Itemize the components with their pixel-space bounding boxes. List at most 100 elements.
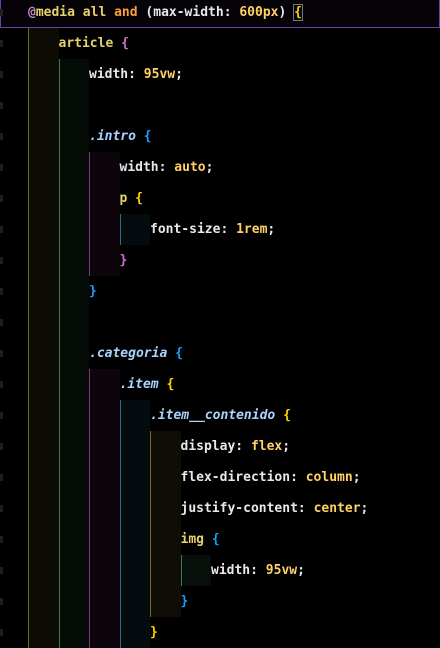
indent-guide xyxy=(58,214,60,245)
gutter-marker xyxy=(0,629,3,636)
code-token: .item xyxy=(119,377,159,392)
indent-guide xyxy=(119,493,121,524)
code-token: .categoria xyxy=(89,346,168,361)
code-line[interactable]: @media all and (max-width: 600px) { xyxy=(0,0,440,28)
code-line[interactable]: img { xyxy=(0,524,440,555)
indent-band xyxy=(58,369,89,400)
code-line[interactable]: article { xyxy=(0,28,440,59)
indent-guide xyxy=(28,183,29,214)
indent-guide xyxy=(58,617,60,648)
code-line[interactable]: width: 95vw; xyxy=(0,555,440,586)
code-line[interactable]: } xyxy=(0,245,440,276)
indent-guide xyxy=(150,555,151,586)
indent-band xyxy=(58,617,89,648)
code-line[interactable]: justify-content: center; xyxy=(0,493,440,524)
code-line[interactable]: p { xyxy=(0,183,440,214)
code-line[interactable]: } xyxy=(0,586,440,617)
code-text: p { xyxy=(120,183,143,214)
code-token: { xyxy=(143,129,152,144)
code-line[interactable]: flex-direction: column; xyxy=(0,462,440,493)
gutter-marker xyxy=(0,536,3,543)
code-token: auto xyxy=(174,160,206,175)
code-token: @ xyxy=(28,5,36,20)
code-token: } xyxy=(180,594,189,609)
code-token: : xyxy=(158,160,175,175)
code-text: width: 95vw; xyxy=(211,555,305,586)
code-text: width: 95vw; xyxy=(89,59,183,90)
indent-guide xyxy=(89,462,90,493)
code-token: width xyxy=(211,563,251,578)
indent-band xyxy=(89,524,120,555)
indent-band xyxy=(119,214,150,245)
indent-band xyxy=(150,524,181,555)
indent-band xyxy=(58,431,89,462)
code-token: ; xyxy=(360,501,369,516)
indent-band xyxy=(58,276,89,307)
indent-band xyxy=(180,555,211,586)
code-line[interactable] xyxy=(0,307,440,338)
code-text: @media all and (max-width: 600px) { xyxy=(28,0,303,28)
indent-band xyxy=(28,276,59,307)
code-line[interactable]: width: 95vw; xyxy=(0,59,440,90)
code-line[interactable]: font-size: 1rem; xyxy=(0,214,440,245)
indent-band xyxy=(119,617,150,648)
gutter-marker xyxy=(0,412,3,419)
indent-guide xyxy=(28,586,29,617)
indent-band xyxy=(150,555,181,586)
indent-band xyxy=(28,369,59,400)
code-line[interactable]: .item { xyxy=(0,369,440,400)
indent-guide xyxy=(89,400,90,431)
code-text: justify-content: center; xyxy=(181,493,369,524)
code-line[interactable]: } xyxy=(0,617,440,648)
code-token: : xyxy=(297,501,314,516)
indent-guide xyxy=(58,369,60,400)
code-editor[interactable]: @media all and (max-width: 600px) {artic… xyxy=(0,0,440,648)
code-token: 95vw xyxy=(265,563,298,578)
indent-guide xyxy=(28,90,29,121)
indent-band xyxy=(119,493,150,524)
code-text: .item { xyxy=(120,369,175,400)
indent-guide xyxy=(28,369,29,400)
gutter-marker xyxy=(0,319,3,326)
code-line[interactable]: .categoria { xyxy=(0,338,440,369)
indent-band xyxy=(58,462,89,493)
indent-guide xyxy=(58,152,60,183)
indent-guide xyxy=(58,586,60,617)
indent-band xyxy=(28,152,59,183)
indent-guide xyxy=(28,214,29,245)
code-token: display xyxy=(180,439,236,454)
code-line[interactable]: .item__contenido { xyxy=(0,400,440,431)
indent-guide xyxy=(28,431,29,462)
indent-guide xyxy=(28,338,29,369)
gutter-marker xyxy=(0,288,3,295)
indent-band xyxy=(28,338,59,369)
indent-band xyxy=(89,369,120,400)
indent-band xyxy=(28,245,59,276)
code-token: { xyxy=(135,191,143,206)
code-token: : xyxy=(128,67,144,82)
code-token: column xyxy=(305,470,353,485)
code-token: justify-content xyxy=(180,501,298,516)
indent-guide xyxy=(150,462,151,493)
code-line[interactable]: width: auto; xyxy=(0,152,440,183)
indent-guide xyxy=(58,121,60,152)
code-line[interactable] xyxy=(0,90,440,121)
code-text: display: flex; xyxy=(181,431,291,462)
indent-band xyxy=(28,28,59,59)
code-token: { xyxy=(211,532,220,547)
indent-band xyxy=(28,617,59,648)
indent-band xyxy=(28,183,59,214)
code-text: } xyxy=(181,586,189,617)
code-line[interactable]: display: flex; xyxy=(0,431,440,462)
code-line[interactable]: .intro { xyxy=(0,121,440,152)
indent-guide xyxy=(58,245,60,276)
indent-guide xyxy=(58,555,60,586)
indent-band xyxy=(28,586,59,617)
indent-guide xyxy=(89,555,90,586)
indent-guide xyxy=(119,555,121,586)
indent-band xyxy=(28,555,59,586)
code-line[interactable]: } xyxy=(0,276,440,307)
code-token: ; xyxy=(267,222,276,237)
